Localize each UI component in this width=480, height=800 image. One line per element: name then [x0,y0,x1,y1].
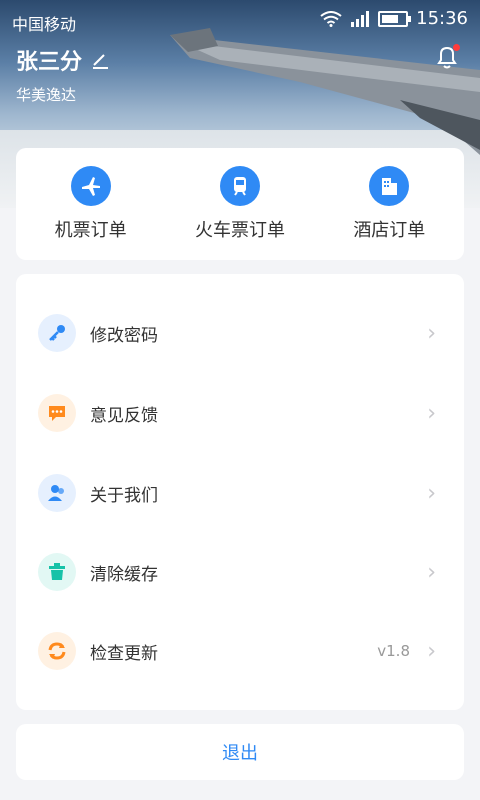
trash-icon [38,553,76,591]
chevron-right-icon: › [427,559,436,585]
menu-item-label: 检查更新 [90,643,158,664]
app-version: v1.8 [377,642,410,660]
hotel-orders-label: 酒店订单 [353,220,426,241]
battery-icon [378,10,412,27]
plane-icon [70,166,111,206]
menu-item-change-password[interactable]: 修改密码 › [16,294,464,372]
chevron-right-icon: › [427,400,436,426]
signal-icon [351,10,370,27]
chevron-right-icon: › [427,320,436,346]
menu-item-label: 修改密码 [90,325,158,346]
menu-item-label: 关于我们 [90,485,158,506]
chat-icon [38,394,76,432]
notification-bell-icon[interactable] [434,44,460,70]
menu-item-about-us[interactable]: 关于我们 › [16,454,464,532]
status-bar: 中国移动 15:36 [0,0,480,40]
carrier-label: 中国移动 [12,15,77,34]
edit-pencil-icon[interactable] [90,50,110,70]
settings-menu: 修改密码 › 意见反馈 › 关于我们 › 清除缓存 › 检查更新 v1.8 › [16,274,464,710]
chevron-right-icon: › [427,480,436,506]
train-icon [219,166,260,206]
menu-item-label: 清除缓存 [90,564,158,585]
refresh-icon [38,632,76,670]
clock-time: 15:36 [416,8,468,29]
wifi-icon [320,10,342,27]
key-icon [38,314,76,352]
user-profile: 张三分 华美逸达 [16,44,110,105]
logout-button[interactable]: 退出 [16,724,464,780]
company-name: 华美逸达 [16,86,77,104]
flight-orders-button[interactable]: 机票订单 [21,166,161,242]
user-name: 张三分 [16,50,83,75]
flight-orders-label: 机票订单 [54,220,127,241]
order-shortcuts: 机票订单 火车票订单 酒店订单 [16,148,464,260]
train-orders-label: 火车票订单 [194,220,285,241]
users-icon [38,474,76,512]
menu-item-feedback[interactable]: 意见反馈 › [16,374,464,452]
menu-item-label: 意见反馈 [90,405,158,426]
hotel-orders-button[interactable]: 酒店订单 [319,166,459,242]
menu-item-clear-cache[interactable]: 清除缓存 › [16,533,464,611]
notification-badge [453,44,460,51]
train-orders-button[interactable]: 火车票订单 [170,166,310,242]
logout-label: 退出 [222,743,258,764]
chevron-right-icon: › [427,638,436,664]
menu-item-check-update[interactable]: 检查更新 v1.8 › [16,612,464,690]
hotel-icon [369,166,410,206]
